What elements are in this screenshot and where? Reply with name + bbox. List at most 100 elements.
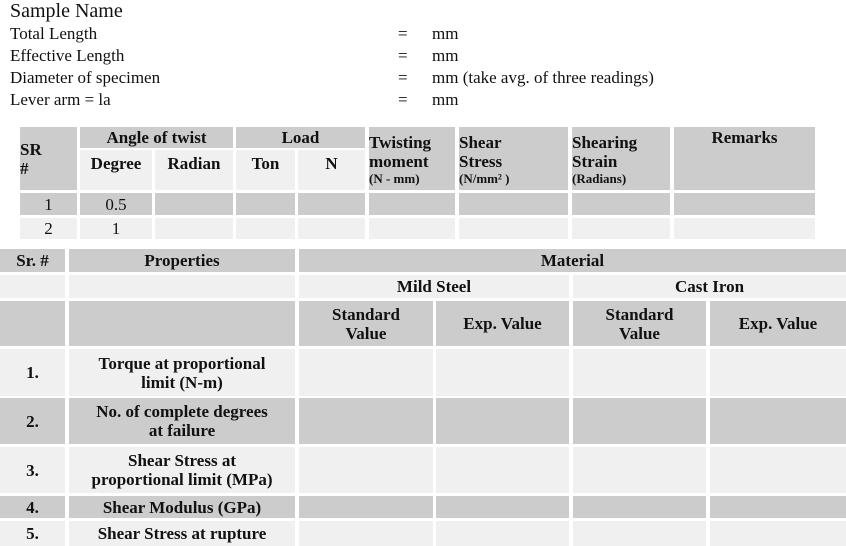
- row1-radian-cell[interactable]: [155, 193, 233, 215]
- property-row4-name: Shear Modulus (GPa): [69, 496, 295, 518]
- property-line1: Torque at proportional: [98, 353, 266, 373]
- property-row3-sr: 3.: [0, 447, 65, 493]
- shear-stress-line1: Shear: [459, 132, 502, 152]
- row2-remarks-cell[interactable]: [674, 218, 815, 239]
- row1-ms-exp-cell[interactable]: [436, 349, 569, 396]
- row4-ms-std-cell[interactable]: [299, 496, 433, 518]
- row3-ci-std-cell[interactable]: [573, 447, 706, 493]
- property-row1-sr: 1.: [0, 349, 65, 396]
- row1-ton-cell[interactable]: [236, 193, 295, 215]
- material-header: Material: [299, 249, 846, 272]
- row2-ms-std-cell[interactable]: [299, 398, 433, 444]
- row2-n-cell[interactable]: [298, 218, 365, 239]
- blank-header-cell: [69, 301, 295, 346]
- row1-ci-exp-cell[interactable]: [710, 349, 846, 396]
- mild-steel-header: Mild Steel: [299, 275, 569, 298]
- degree-header: Degree: [80, 150, 152, 190]
- sr-header-line1: SR: [20, 140, 42, 159]
- value-line2: Value: [345, 323, 387, 343]
- row5-ci-exp-cell[interactable]: [710, 521, 846, 546]
- row3-ci-exp-cell[interactable]: [710, 447, 846, 493]
- equals-sign: =: [398, 90, 408, 109]
- row2-ci-std-cell[interactable]: [573, 398, 706, 444]
- row1-shear-stress-cell[interactable]: [459, 193, 568, 215]
- row1-degree: 0.5: [80, 193, 152, 215]
- property-row3-name: Shear Stress at proportional limit (MPa): [69, 447, 295, 493]
- sample-name: Sample Name: [10, 0, 123, 22]
- row2-shear-stress-cell[interactable]: [459, 218, 568, 239]
- diameter-label: Diameter of specimen: [10, 68, 161, 87]
- shear-stress-unit: (N/mm² ): [459, 170, 510, 186]
- value-line2: Value: [619, 323, 660, 343]
- row2-radian-cell[interactable]: [155, 218, 233, 239]
- shear-stress-line2: Stress: [459, 151, 503, 171]
- load-header: Load: [236, 127, 365, 148]
- shearing-strain-line1: Shearing: [572, 132, 638, 152]
- row1-twisting-moment-cell[interactable]: [369, 193, 455, 215]
- row2-degree: 1: [80, 218, 152, 239]
- row1-ci-std-cell[interactable]: [573, 349, 706, 396]
- mild-steel-exp-value-header: Exp. Value: [436, 301, 569, 346]
- row5-ms-std-cell[interactable]: [299, 521, 433, 546]
- shearing-strain-line2: Strain: [572, 151, 618, 171]
- remarks-header: Remarks: [674, 127, 815, 190]
- n-header: N: [298, 150, 365, 190]
- effective-length-unit: mm: [432, 46, 459, 65]
- row2-ci-exp-cell[interactable]: [710, 398, 846, 444]
- shearing-strain-unit: (Radians): [572, 170, 627, 186]
- row2-sr: 2: [20, 218, 77, 239]
- property-line2: limit (N-m): [141, 372, 223, 392]
- row2-ms-exp-cell[interactable]: [436, 398, 569, 444]
- diameter-unit: mm (take avg. of three readings): [432, 68, 654, 87]
- row1-sr: 1: [20, 193, 77, 215]
- equals-sign: =: [398, 68, 408, 87]
- property-line2: at failure: [148, 421, 216, 440]
- twisting-moment-unit: (N - mm): [369, 170, 420, 186]
- row5-ms-exp-cell[interactable]: [436, 521, 569, 546]
- cast-iron-standard-value-header: Standard Value: [573, 301, 706, 346]
- property-row5-sr: 5.: [0, 521, 65, 546]
- angle-of-twist-header: Angle of twist: [80, 127, 233, 148]
- row3-ms-std-cell[interactable]: [299, 447, 433, 493]
- equals-sign: =: [398, 24, 408, 43]
- sr-header: SR #: [20, 127, 77, 190]
- row2-twisting-moment-cell[interactable]: [369, 218, 455, 239]
- row4-ci-std-cell[interactable]: [573, 496, 706, 518]
- property-row4-sr: 4.: [0, 496, 65, 518]
- property-line1: Shear Stress at: [128, 451, 236, 470]
- property-row5-name: Shear Stress at rupture: [69, 521, 295, 546]
- properties-header: Properties: [69, 249, 295, 272]
- total-length-label: Total Length: [10, 24, 98, 43]
- row5-ci-std-cell[interactable]: [573, 521, 706, 546]
- total-length-unit: mm: [432, 24, 459, 43]
- shearing-strain-header: Shearing Strain (Radians): [572, 127, 670, 190]
- property-row1-name: Torque at proportional limit (N-m): [69, 349, 295, 396]
- row2-ton-cell[interactable]: [236, 218, 295, 239]
- property-row2-sr: 2.: [0, 398, 65, 444]
- blank-header-cell: [0, 301, 65, 346]
- radian-header: Radian: [155, 150, 233, 190]
- mild-steel-standard-value-header: Standard Value: [299, 301, 433, 346]
- lever-arm-label: Lever arm = la: [10, 90, 111, 109]
- standard-line1: Standard: [605, 304, 674, 324]
- effective-length-label: Effective Length: [10, 46, 125, 65]
- row2-shearing-strain-cell[interactable]: [572, 218, 670, 239]
- equals-sign: =: [398, 46, 408, 65]
- row4-ci-exp-cell[interactable]: [710, 496, 846, 518]
- twisting-moment-line2: moment: [369, 151, 429, 171]
- shear-stress-header: Shear Stress (N/mm² ): [459, 127, 568, 190]
- property-line1: No. of complete degrees: [96, 402, 268, 421]
- row4-ms-exp-cell[interactable]: [436, 496, 569, 518]
- lever-arm-unit: mm: [432, 90, 459, 109]
- row1-n-cell[interactable]: [298, 193, 365, 215]
- blank-header-cell: [0, 275, 65, 298]
- cast-iron-exp-value-header: Exp. Value: [710, 301, 846, 346]
- sr-header-line2: #: [20, 159, 29, 178]
- row1-ms-std-cell[interactable]: [299, 349, 433, 396]
- row1-shearing-strain-cell[interactable]: [572, 193, 670, 215]
- twisting-moment-header: Twisting moment (N - mm): [369, 127, 455, 190]
- row3-ms-exp-cell[interactable]: [436, 447, 569, 493]
- blank-header-cell: [69, 275, 295, 298]
- row1-remarks-cell[interactable]: [674, 193, 815, 215]
- ton-header: Ton: [236, 150, 295, 190]
